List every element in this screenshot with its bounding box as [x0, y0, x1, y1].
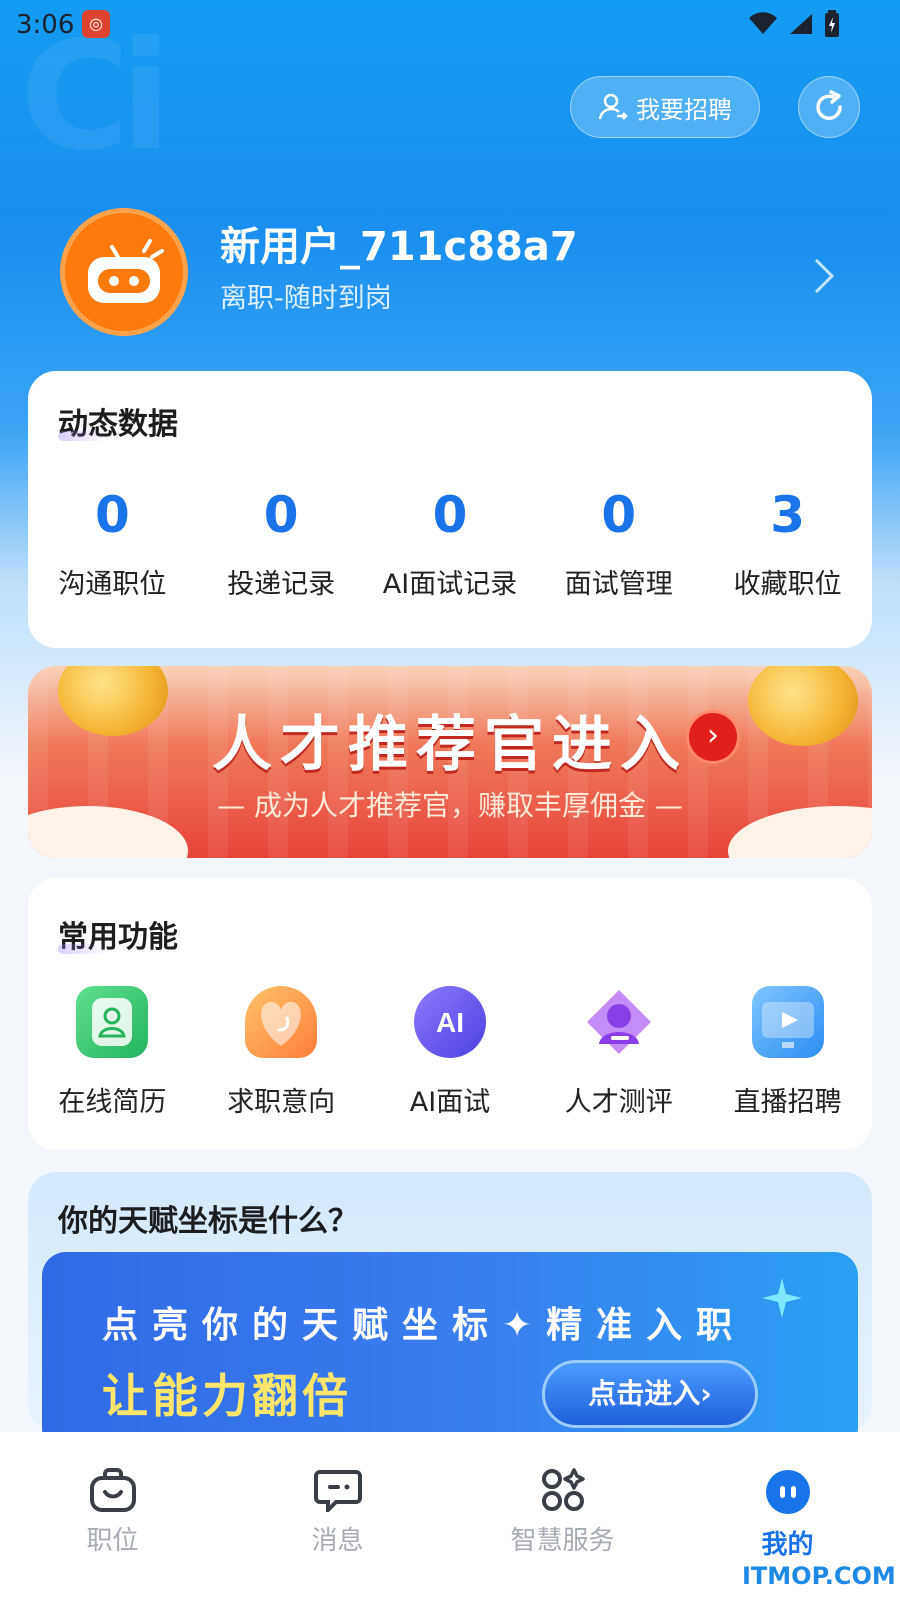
talent-recommender-banner[interactable]: 人才推荐官进入 › — 成为人才推荐官，赚取丰厚佣金 — [28, 666, 872, 858]
recruit-button[interactable]: 我要招聘 [570, 76, 760, 138]
banner-subtitle: — 成为人才推荐官，赚取丰厚佣金 — [217, 789, 683, 822]
banner-title: 人才推荐官进入 [212, 710, 688, 780]
stat-label: AI面试记录 [382, 569, 518, 600]
apps-icon [541, 1468, 585, 1511]
talent-headline: 点亮你的天赋坐标✦精准入职 [102, 1305, 747, 1346]
profile-icon [765, 1470, 810, 1514]
functions-row: 在线简历 求职意向 AI AI面试 人才测评 直播招聘 [28, 986, 872, 1119]
stat-value: 0 [432, 486, 468, 544]
job-status: 离职-随时到岗 [220, 283, 392, 314]
stat-interview-management[interactable]: 0 面试管理 [534, 486, 703, 601]
live-video-icon [751, 986, 824, 1058]
status-indicators [748, 10, 840, 38]
status-bar: 3:06 ◎ [0, 0, 900, 50]
dynamic-data-card: 动态数据 0 沟通职位 0 投递记录 0 AI面试记录 0 面试管理 3 收藏职… [28, 371, 872, 648]
talent-banner[interactable]: 点亮你的天赋坐标✦精准入职 让能力翻倍 点击进入› [42, 1252, 858, 1452]
function-label: 求职意向 [227, 1087, 336, 1118]
stat-value: 0 [263, 486, 299, 544]
resume-icon [76, 986, 149, 1058]
stat-label: 投递记录 [227, 569, 336, 600]
stat-label: 收藏职位 [733, 569, 842, 600]
stat-value: 0 [95, 486, 130, 544]
nav-tab-smart-services[interactable]: 智慧服务 [450, 1432, 675, 1600]
function-job-intention[interactable]: 求职意向 [197, 986, 366, 1119]
avatar[interactable] [60, 208, 188, 336]
stat-saved-jobs[interactable]: 3 收藏职位 [703, 486, 872, 601]
nav-label: 我的 [761, 1530, 814, 1560]
switch-role-button[interactable] [798, 76, 860, 138]
function-live-recruitment[interactable]: 直播招聘 [703, 986, 872, 1119]
message-icon [313, 1470, 362, 1512]
robot-avatar-icon [88, 239, 164, 303]
talent-coordinate-card: 你的天赋坐标是什么？ 点亮你的天赋坐标✦精准入职 让能力翻倍 点击进入› [28, 1172, 872, 1452]
signal-icon [790, 14, 812, 34]
enter-button[interactable]: 点击进入› [542, 1360, 758, 1428]
wifi-icon [749, 12, 777, 34]
function-label: 在线简历 [58, 1087, 167, 1118]
function-label: 人才测评 [564, 1087, 673, 1118]
svg-text:AI: AI [436, 1007, 464, 1038]
sparkle-icon [762, 1278, 802, 1318]
stat-value: 0 [601, 486, 637, 544]
stat-applications[interactable]: 0 投递记录 [197, 486, 366, 601]
site-watermark: ITMOP.COM [742, 1562, 896, 1590]
stat-chat-jobs[interactable]: 0 沟通职位 [28, 486, 197, 601]
common-functions-card: 常用功能 在线简历 求职意向 AI AI面试 人才测评 直播招聘 [28, 878, 872, 1150]
ai-icon: AI [413, 986, 486, 1058]
stats-row: 0 沟通职位 0 投递记录 0 AI面试记录 0 面试管理 3 收藏职位 [28, 486, 872, 601]
nav-label: 消息 [311, 1526, 364, 1556]
function-ai-interview[interactable]: AI AI面试 [366, 986, 535, 1119]
banner-arrow-icon[interactable]: › [686, 710, 740, 764]
nav-label: 职位 [86, 1526, 139, 1556]
function-online-resume[interactable]: 在线简历 [28, 986, 197, 1119]
stat-value: 3 [770, 486, 805, 544]
dynamic-data-title: 动态数据 [58, 399, 178, 443]
function-label: AI面试 [409, 1087, 491, 1118]
refresh-icon [816, 90, 842, 120]
status-time: 3:06 [16, 10, 75, 40]
heart-icon [245, 986, 318, 1058]
nav-label: 智慧服务 [510, 1526, 615, 1556]
username[interactable]: 新用户_711c88a7 [220, 214, 578, 272]
stat-label: 面试管理 [564, 569, 673, 600]
function-label: 直播招聘 [733, 1087, 842, 1118]
nav-tab-jobs[interactable]: 职位 [0, 1432, 225, 1600]
chevron-right-icon[interactable] [812, 256, 836, 296]
talent-subheadline: 让能力翻倍 [102, 1369, 352, 1423]
battery-icon [825, 10, 839, 37]
notification-app-icon: ◎ [82, 10, 110, 38]
common-functions-title: 常用功能 [58, 912, 178, 956]
talent-title: 你的天赋坐标是什么？ [58, 1204, 358, 1239]
briefcase-icon [89, 1468, 136, 1512]
recruit-person-icon [598, 93, 628, 120]
recruit-button-label: 我要招聘 [636, 95, 732, 124]
function-talent-assessment[interactable]: 人才测评 [534, 986, 703, 1119]
stat-label: 沟通职位 [58, 569, 167, 600]
person-assessment-icon [583, 986, 655, 1058]
stat-ai-interviews[interactable]: 0 AI面试记录 [366, 486, 535, 601]
nav-tab-messages[interactable]: 消息 [225, 1432, 450, 1600]
